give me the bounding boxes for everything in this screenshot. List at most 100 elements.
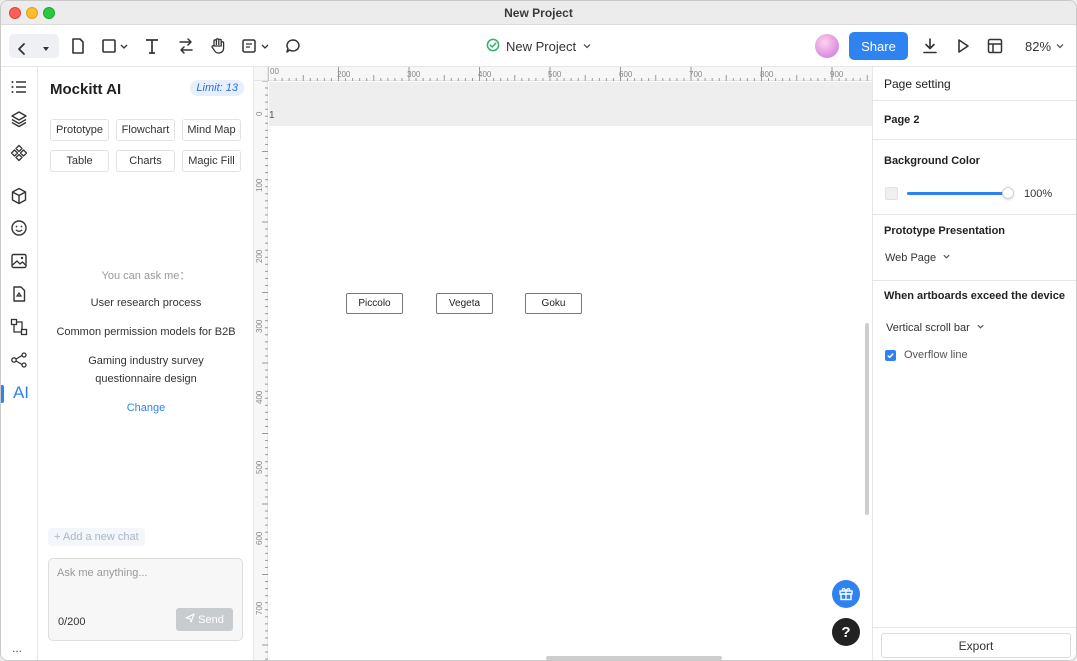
opacity-slider-track[interactable]	[907, 192, 1008, 195]
help-button[interactable]: ?	[832, 618, 860, 646]
gift-icon	[838, 585, 854, 604]
check-icon	[887, 353, 894, 359]
page-setting-header: Page setting	[884, 77, 951, 91]
chip-magic-fill[interactable]: Magic Fill	[182, 150, 241, 172]
layers-icon[interactable]	[10, 110, 28, 128]
background-color-section: Background Color	[873, 140, 1076, 215]
chip-mind-map[interactable]: Mind Map	[182, 119, 241, 141]
layout-icon[interactable]	[986, 35, 1004, 57]
ruler-label: 400	[478, 70, 492, 79]
zoom-selector[interactable]: 82%	[1025, 39, 1065, 54]
widgets-icon[interactable]	[10, 187, 28, 205]
outline-icon[interactable]	[10, 78, 28, 96]
opacity-value[interactable]: 100%	[1024, 188, 1052, 200]
exceed-dropdown[interactable]: Vertical scroll bar	[886, 322, 985, 334]
dropdown-icon[interactable]	[41, 38, 51, 60]
window-title: New Project	[504, 6, 573, 20]
toolbar: New Project Share 82%	[1, 25, 1076, 67]
ruler-corner	[254, 67, 268, 81]
left-rail: AI ...	[1, 67, 38, 660]
interaction-icon[interactable]	[177, 35, 195, 57]
components-icon[interactable]	[10, 144, 28, 162]
back-icon[interactable]	[15, 38, 29, 60]
artboard-index: 1	[269, 110, 275, 121]
page-name[interactable]: Page 2	[884, 114, 919, 126]
ruler-label: 100	[255, 178, 264, 192]
flow-icon[interactable]	[10, 318, 28, 336]
more-icon[interactable]: ...	[12, 641, 22, 655]
right-panel: Page setting Page 2 Background Color 100…	[872, 67, 1076, 660]
vertical-scrollbar[interactable]	[865, 323, 869, 515]
opacity-slider-thumb[interactable]	[1002, 187, 1014, 199]
document-title-label: New Project	[506, 39, 577, 54]
note-icon[interactable]	[241, 35, 271, 57]
chip-flowchart[interactable]: Flowchart	[116, 119, 175, 141]
hand-icon[interactable]	[209, 35, 227, 57]
page-setting-section: Page setting	[873, 67, 1076, 101]
ruler-label: 00	[270, 67, 279, 76]
emoji-icon[interactable]	[10, 219, 28, 237]
send-icon	[185, 613, 195, 626]
add-new-chat-button[interactable]: + Add a new chat	[48, 528, 145, 546]
chevron-down-icon	[1055, 39, 1065, 54]
title-bar: New Project	[1, 1, 1076, 25]
avatar[interactable]	[815, 34, 839, 58]
page-icon[interactable]	[70, 35, 86, 57]
suggestion-item[interactable]: User research process	[50, 294, 242, 312]
ai-panel: Mockitt AI Limit: 13 Prototype Flowchart…	[38, 67, 254, 660]
gift-button[interactable]	[832, 580, 860, 608]
presentation-dropdown[interactable]: Web Page	[885, 252, 951, 264]
horizontal-scrollbar[interactable]	[546, 656, 722, 660]
ruler-label: 700	[255, 601, 264, 615]
play-icon[interactable]	[954, 35, 972, 57]
ruler-label: 500	[548, 70, 562, 79]
share-button[interactable]: Share	[849, 32, 908, 60]
comment-icon[interactable]	[284, 35, 302, 57]
limit-badge: Limit: 13	[190, 80, 244, 96]
ruler-top: 00 200 300 400 500 600 700 800 900	[268, 67, 872, 81]
ai-tab[interactable]: AI	[12, 383, 30, 402]
back-button-group[interactable]	[9, 34, 59, 58]
rectangle-icon[interactable]	[101, 35, 129, 57]
char-counter: 0/200	[58, 616, 86, 628]
canvas-box-goku[interactable]: Goku	[525, 293, 582, 314]
prototype-presentation-label: Prototype Presentation	[884, 225, 1006, 237]
chevron-down-icon	[582, 39, 592, 54]
ruler-label: 600	[619, 70, 633, 79]
background-color-label: Background Color	[884, 155, 980, 167]
ai-prompt-input[interactable]	[57, 567, 233, 603]
asset-icon[interactable]	[10, 285, 28, 303]
canvas-box-piccolo[interactable]: Piccolo	[346, 293, 403, 314]
image-icon[interactable]	[10, 252, 28, 270]
background-color-swatch[interactable]	[885, 187, 898, 200]
ruler-label: 900	[830, 70, 844, 79]
canvas-box-vegeta[interactable]: Vegeta	[436, 293, 493, 314]
document-title[interactable]: New Project	[486, 38, 592, 55]
chip-table[interactable]: Table	[50, 150, 109, 172]
page-name-section: Page 2	[873, 101, 1076, 140]
overflow-line-checkbox[interactable]	[885, 350, 896, 361]
artboard-header-band	[269, 82, 872, 126]
export-button[interactable]: Export	[881, 633, 1071, 658]
chip-prototype[interactable]: Prototype	[50, 119, 109, 141]
suggestion-item[interactable]: Gaming industry survey questionnaire des…	[50, 352, 242, 388]
exceed-device-label: When artboards exceed the device	[884, 290, 1065, 302]
download-icon[interactable]	[921, 35, 939, 57]
change-link[interactable]: Change	[38, 402, 254, 414]
send-button[interactable]: Send	[176, 608, 233, 631]
ruler-left: 0 100 200 300 400 500 600 700	[254, 81, 268, 660]
text-icon[interactable]	[144, 35, 160, 57]
suggestion-item[interactable]: Common permission models for B2B	[50, 323, 242, 341]
ruler-label: 200	[337, 70, 351, 79]
ruler-label: 0	[255, 111, 264, 116]
ruler-left-ticks	[262, 81, 268, 660]
ai-panel-title: Mockitt AI	[50, 81, 122, 98]
export-divider	[873, 627, 1076, 628]
ruler-top-ticks	[268, 67, 868, 81]
mindmap-icon[interactable]	[10, 351, 28, 369]
app-window: New Project New Project Share 82% AI ...…	[0, 0, 1077, 661]
ruler-label: 300	[255, 319, 264, 333]
chip-charts[interactable]: Charts	[116, 150, 175, 172]
canvas[interactable]: 00 200 300 400 500 600 700 800 900 0 100…	[254, 67, 872, 660]
presentation-value: Web Page	[885, 252, 937, 264]
